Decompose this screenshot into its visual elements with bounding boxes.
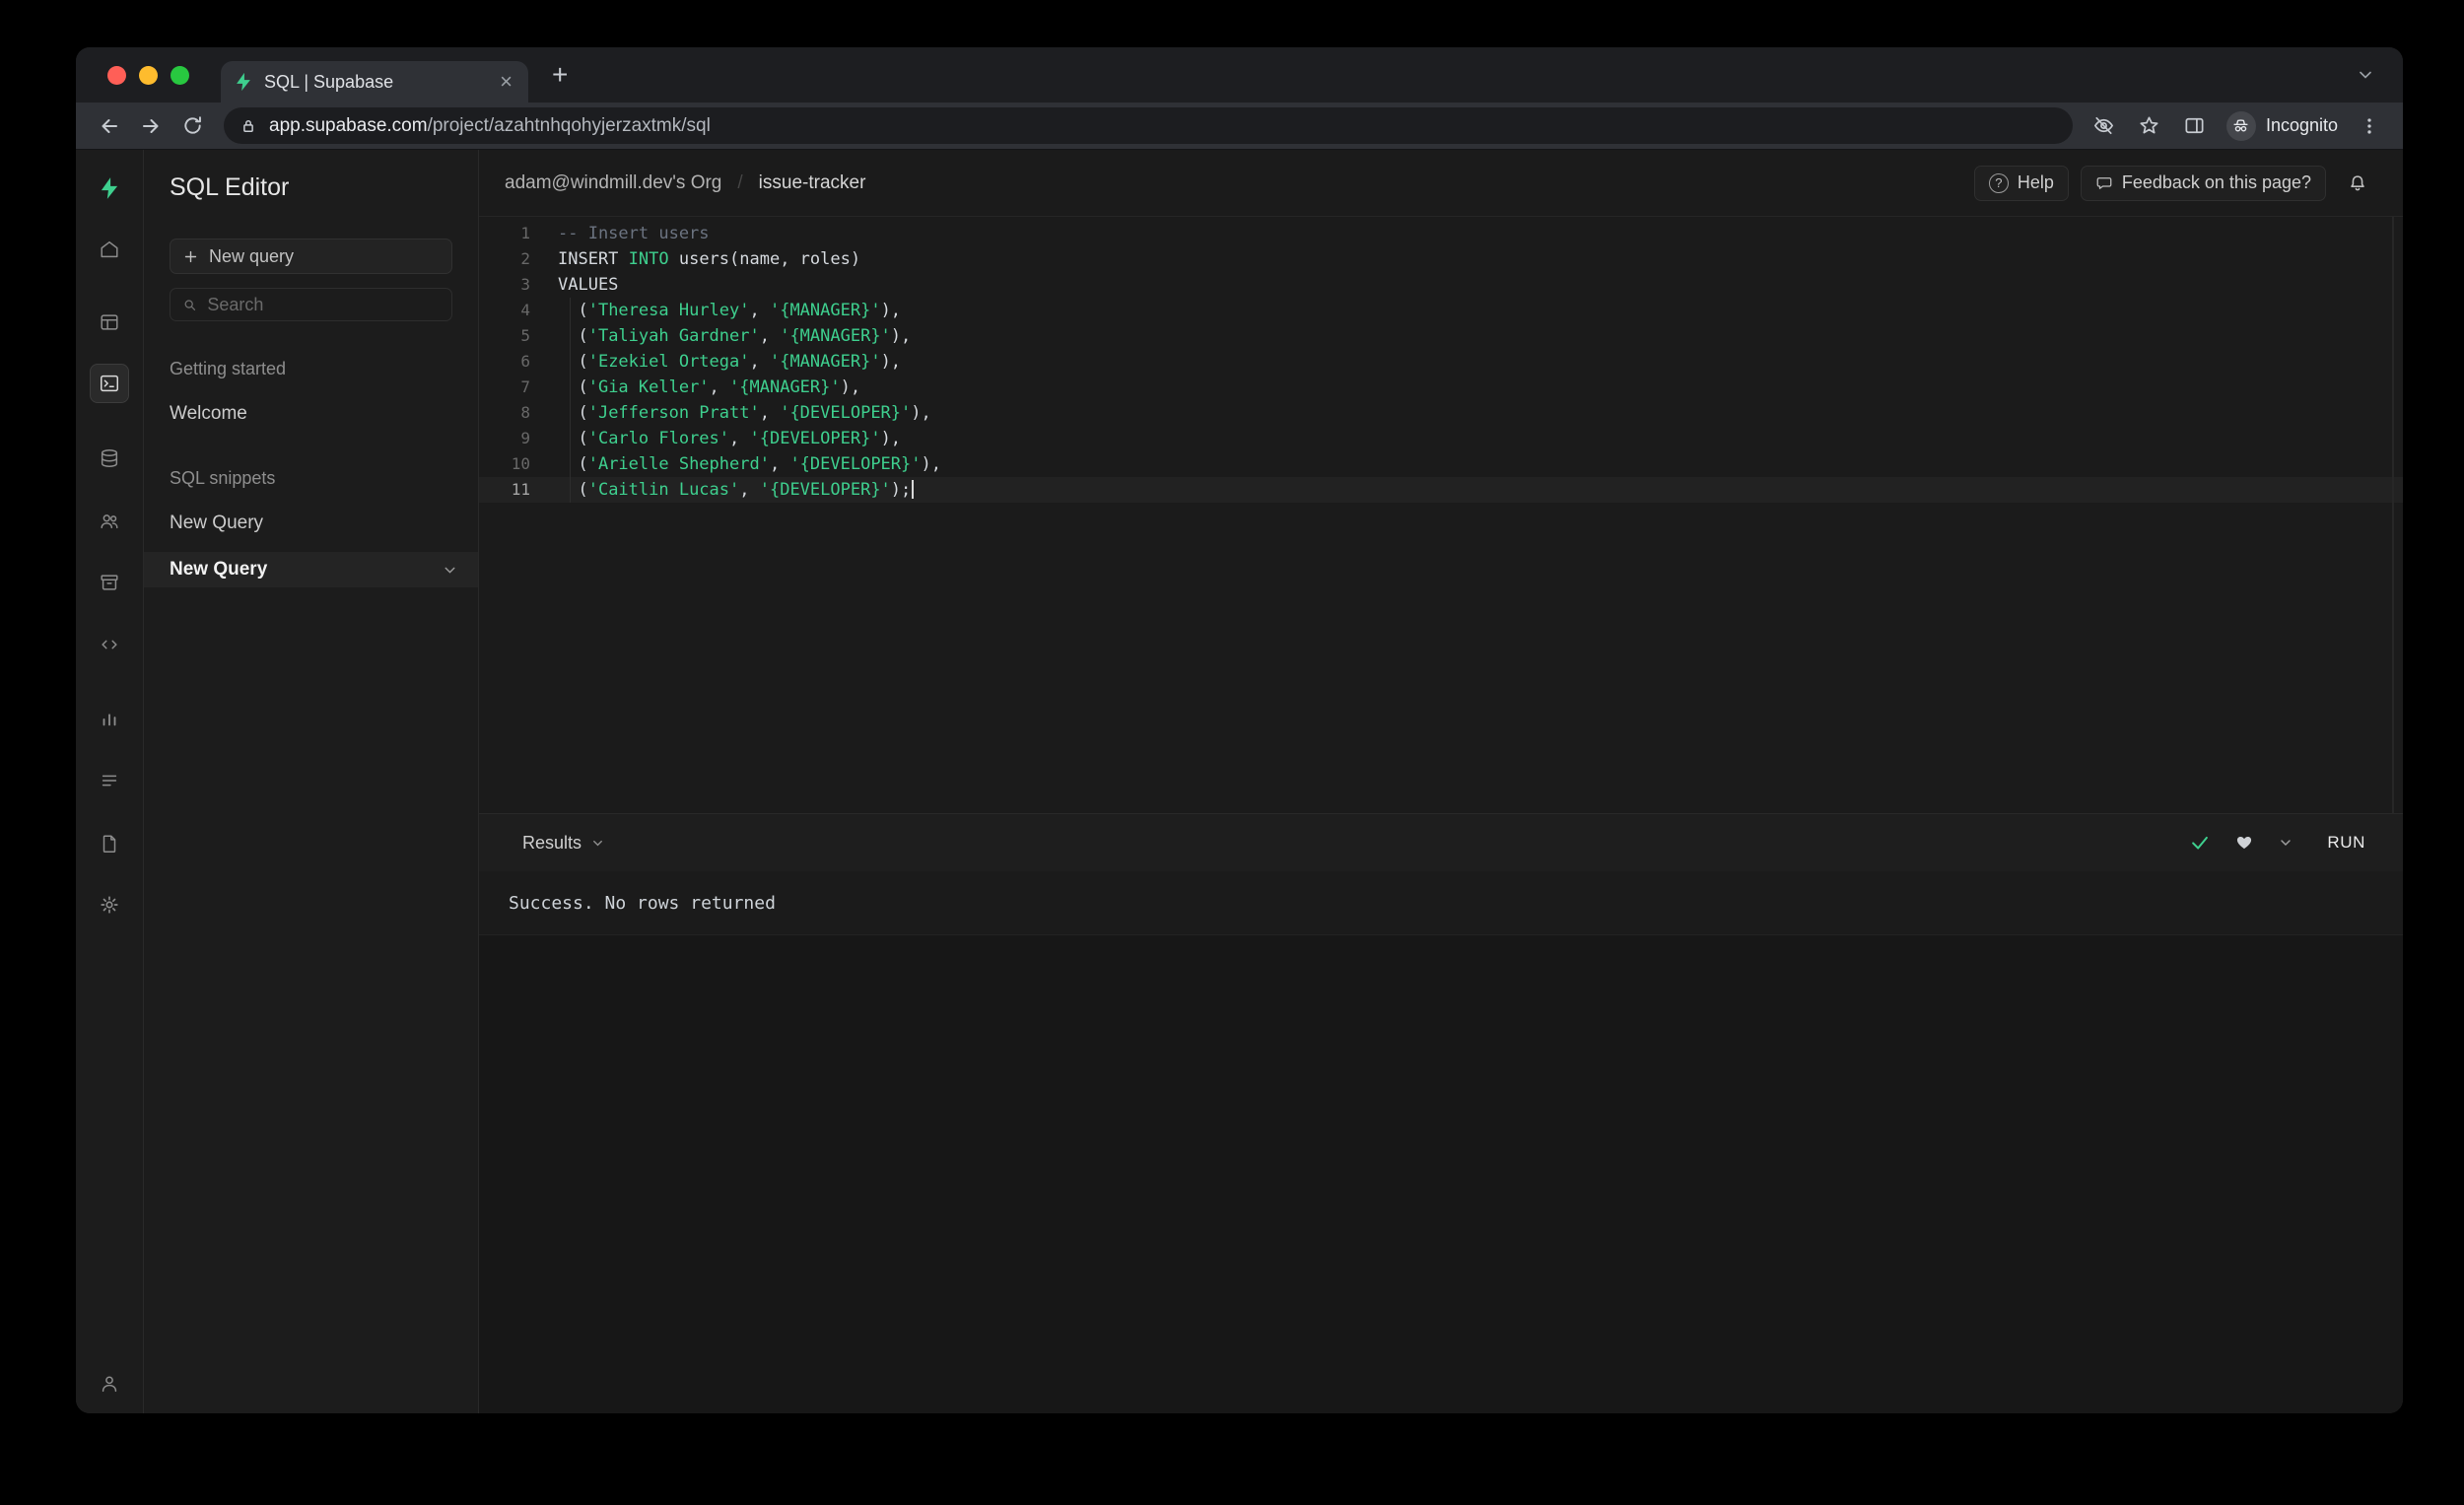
supabase-favicon-icon [233,71,254,93]
code-lines: 1 -- Insert users 2 INSERT INTO users(name,… [479,221,2403,503]
sidebar-item-welcome[interactable]: Welcome [144,397,478,431]
tab-close-icon[interactable]: × [496,69,516,95]
kebab-menu-icon[interactable] [2350,106,2389,146]
docs-icon[interactable] [90,824,129,863]
code-line[interactable]: 2 INSERT INTO users(name, roles) [479,246,2403,272]
supabase-logo-icon[interactable] [90,169,129,208]
section-getting-started: Getting started [170,359,287,378]
results-bar: Results RUN [479,813,2403,871]
side-panel-icon[interactable] [2175,106,2215,146]
incognito-label: Incognito [2265,115,2338,135]
breadcrumb-project[interactable]: issue-tracker [759,172,866,194]
sidebar: SQL Editor New query Getting started Wel… [144,150,479,1413]
run-button[interactable]: RUN [2317,827,2375,858]
code-line[interactable]: 5 ('Taliyah Gardner', '{MANAGER}'), [479,323,2403,349]
tab-sql-supabase[interactable]: SQL | Supabase × [221,61,528,103]
speech-bubble-icon [2096,176,2112,189]
url-path: /project/azahtnhqohyjerzaxtmk/sql [427,114,711,136]
content-header: adam@windmill.dev's Org / issue-tracker … [479,150,2403,217]
code-line[interactable]: 11 ('Caitlin Lucas', '{DEVELOPER}'); [479,477,2403,503]
table-editor-icon[interactable] [90,303,129,342]
search-input[interactable] [207,294,440,315]
sidebar-item-new-query[interactable]: New Query [144,507,478,540]
minimize-window-button[interactable] [139,65,158,85]
address-bar[interactable]: app.supabase.com/project/azahtnhqohyjerz… [224,107,2073,144]
new-tab-button[interactable]: + [544,57,576,93]
incognito-spy-icon [2225,110,2256,141]
feedback-button-label: Feedback on this page? [2121,172,2311,192]
url-domain: app.supabase.com [269,114,428,136]
indent-guide [570,298,571,503]
code-line[interactable]: 10 ('Arielle Shepherd', '{DEVELOPER}'), [479,451,2403,477]
empty-area [479,934,2403,1413]
section-sql-snippets: SQL snippets [170,468,276,488]
database-icon[interactable] [90,439,129,478]
results-message: Success. No rows returned [509,892,776,914]
code-line[interactable]: 6 ('Ezekiel Ortega', '{MANAGER}'), [479,349,2403,375]
settings-gear-icon[interactable] [90,885,129,924]
account-icon[interactable] [90,1364,129,1403]
bookmark-star-icon[interactable] [2130,106,2169,146]
new-query-button-label: New query [209,245,295,266]
zoom-window-button[interactable] [171,65,189,85]
auth-users-icon[interactable] [90,502,129,541]
selected-query-label: New Query [170,559,268,580]
sql-editor-icon[interactable] [90,364,129,403]
breadcrumb-separator: / [737,171,743,193]
notifications-bell-icon[interactable] [2338,164,2377,203]
search-icon [184,299,196,310]
text-cursor [912,480,915,499]
plus-icon [184,250,197,262]
search-box[interactable] [170,288,452,321]
traffic-lights [107,65,189,85]
page-title: SQL Editor [170,172,290,201]
chevron-down-icon[interactable] [442,562,458,579]
feedback-button[interactable]: Feedback on this page? [2080,165,2326,201]
help-button-label: Help [2017,172,2054,192]
back-button[interactable] [90,106,129,146]
close-window-button[interactable] [107,65,126,85]
code-line[interactable]: 8 ('Jefferson Pratt', '{DEVELOPER}'), [479,400,2403,426]
favorite-heart-icon[interactable] [2234,833,2254,853]
breadcrumb-org[interactable]: adam@windmill.dev's Org [505,172,721,194]
lock-icon [240,117,257,135]
storage-icon[interactable] [90,563,129,602]
sidebar-item-new-query-selected[interactable]: New Query [144,552,478,587]
reload-button[interactable] [172,106,212,146]
edge-functions-icon[interactable] [90,625,129,664]
success-check-icon [2189,832,2211,854]
code-line[interactable]: 7 ('Gia Keller', '{MANAGER}'), [479,375,2403,400]
tab-title: SQL | Supabase [264,71,394,92]
breadcrumb: adam@windmill.dev's Org / issue-tracker [505,172,865,194]
browser-window: SQL | Supabase × + app.supabase.com/proj… [76,47,2403,1413]
run-options-chevron-icon[interactable] [2278,835,2293,851]
help-icon: ? [1988,172,2009,193]
editor-scrollbar[interactable] [2392,217,2394,813]
forward-button[interactable] [131,106,171,146]
results-label: Results [522,832,582,853]
main-content: adam@windmill.dev's Org / issue-tracker … [479,150,2403,1413]
reports-icon[interactable] [90,699,129,738]
sql-code-editor[interactable]: 1 -- Insert users 2 INSERT INTO users(name,… [479,217,2403,813]
code-line[interactable]: 4 ('Theresa Hurley', '{MANAGER}'), [479,298,2403,323]
help-button[interactable]: ? Help [1973,165,2069,201]
chevron-down-icon[interactable] [2356,65,2375,85]
eye-off-icon[interactable] [2085,106,2124,146]
chevron-down-icon [593,840,602,846]
browser-toolbar: app.supabase.com/project/azahtnhqohyjerz… [76,103,2403,150]
incognito-badge[interactable]: Incognito [2225,110,2338,141]
home-icon[interactable] [90,230,129,269]
nav-rail [76,150,144,1413]
logs-icon[interactable] [90,761,129,800]
supabase-app: SQL Editor New query Getting started Wel… [76,150,2403,1413]
new-query-button[interactable]: New query [170,239,452,274]
url-text: app.supabase.com/project/azahtnhqohyjerz… [269,115,711,137]
code-line[interactable]: 3 VALUES [479,272,2403,298]
results-toggle[interactable]: Results [522,833,605,854]
code-line[interactable]: 1 -- Insert users [479,221,2403,246]
code-line[interactable]: 9 ('Carlo Flores', '{DEVELOPER}'), [479,426,2403,451]
tab-strip: SQL | Supabase × + [76,47,2403,103]
